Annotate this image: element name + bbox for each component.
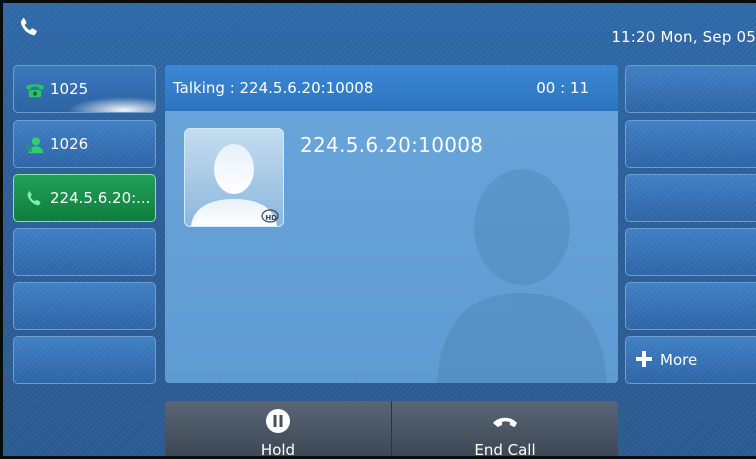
dss-key-1[interactable] xyxy=(625,65,756,113)
line-key-1026[interactable]: 1026 xyxy=(13,120,156,168)
pause-icon xyxy=(266,409,290,433)
phone-status-icon xyxy=(20,18,37,36)
line-key-active-call[interactable]: 224.5.6.20:... xyxy=(13,174,156,222)
dss-key-3[interactable] xyxy=(625,174,756,222)
end-call-label: End Call xyxy=(474,441,536,459)
line-key-empty-4[interactable] xyxy=(13,228,156,276)
call-panel: Talking : 224.5.6.20:10008 00 : 11 HD 22… xyxy=(165,65,618,383)
hold-label: Hold xyxy=(260,441,296,459)
line-key-label: 1026 xyxy=(50,135,89,153)
background-silhouette xyxy=(437,169,607,383)
line-key-empty-5[interactable] xyxy=(13,282,156,330)
action-bar: Hold End Call xyxy=(165,401,618,459)
plus-icon xyxy=(636,351,652,367)
line-key-empty-6[interactable] xyxy=(13,336,156,384)
dss-key-2[interactable] xyxy=(625,120,756,168)
call-header: Talking : 224.5.6.20:10008 00 : 11 xyxy=(165,65,618,111)
hang-up-icon xyxy=(493,417,517,427)
screen-background: 11:20 Mon, Sep 05 1025 1026 224.5.6.20:.… xyxy=(3,3,756,456)
phone-screen: 11:20 Mon, Sep 05 1025 1026 224.5.6.20:.… xyxy=(0,0,756,459)
line-key-1025[interactable]: 1025 xyxy=(13,65,156,113)
call-timer: 00 : 11 xyxy=(536,79,589,97)
caller-id: 224.5.6.20:10008 xyxy=(300,133,484,157)
call-status: Talking : 224.5.6.20:10008 xyxy=(173,79,374,97)
hd-badge-label: HD xyxy=(265,214,277,222)
desk-phone-icon xyxy=(26,84,44,98)
contact-avatar: HD xyxy=(184,128,284,227)
more-button[interactable]: More xyxy=(625,336,756,384)
hold-button[interactable]: Hold xyxy=(165,401,391,459)
end-call-button[interactable]: End Call xyxy=(392,401,618,459)
more-label: More xyxy=(660,351,698,369)
status-bar: 11:20 Mon, Sep 05 xyxy=(3,3,756,60)
line-key-label: 224.5.6.20:... xyxy=(50,189,151,207)
dss-key-4[interactable] xyxy=(625,228,756,276)
date-time: 11:20 Mon, Sep 05 xyxy=(611,28,756,46)
dss-key-5[interactable] xyxy=(625,282,756,330)
line-key-label: 1025 xyxy=(50,80,89,98)
contact-phone-icon xyxy=(26,137,44,154)
handset-icon xyxy=(27,191,41,206)
